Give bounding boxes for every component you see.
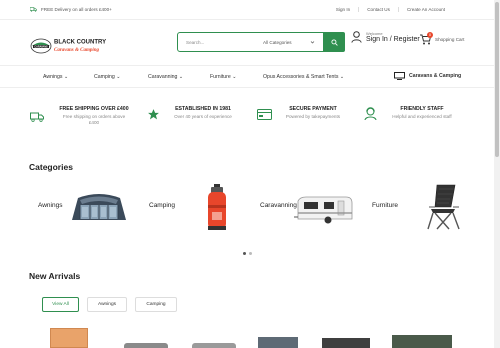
caravans-camping-label: Caravans & Camping (409, 73, 462, 79)
feature-subtitle: Helpful and experienced staff (392, 114, 452, 119)
nav-item-opus-accessories[interactable]: Opus Accessories & Smart Tents ⌄ (263, 74, 344, 80)
feature-title: Free shipping over £400 (59, 106, 129, 112)
page-scrollbar[interactable] (494, 0, 500, 348)
category-label: Awnings (38, 202, 63, 209)
caravan-image (294, 196, 353, 224)
nav-item-label: Furniture (210, 74, 231, 80)
nav-item-awnings[interactable]: Awnings ⌄ (43, 74, 68, 80)
search-bar: Search... All Categories (177, 32, 345, 52)
nav-item-camping[interactable]: Camping ⌄ (94, 74, 121, 80)
category-card-awnings[interactable]: Awnings (30, 183, 140, 233)
tab-view-all[interactable]: View All (42, 297, 79, 312)
new-arrivals-title: New Arrivals (29, 271, 81, 281)
category-card-camping[interactable]: Camping (142, 183, 252, 233)
product-thumbnail[interactable] (258, 337, 298, 348)
staff-icon (364, 107, 377, 121)
nav-item-caravanning[interactable]: Caravanning ⌄ (148, 74, 183, 80)
search-input[interactable]: Search... (178, 40, 263, 45)
delivery-text: FREE Delivery on all orders £400+ (41, 7, 112, 12)
feature-subtitle-2: £400 (88, 120, 100, 125)
cart-count-badge: 0 (427, 32, 433, 38)
svg-text:BLACK COUNTRY: BLACK COUNTRY (54, 40, 106, 46)
site-logo[interactable]: CARAVANS BLACK COUNTRY Caravans & Campin… (30, 35, 130, 55)
cart-label: Shopping Cart (435, 37, 465, 42)
product-thumbnail[interactable] (124, 343, 168, 348)
scrollbar-thumb[interactable] (495, 2, 499, 157)
sign-in-link[interactable]: Sign In (328, 7, 358, 12)
user-icon (351, 31, 362, 43)
carousel-dot-1[interactable] (243, 252, 246, 255)
truck-icon (30, 112, 44, 122)
top-bar: FREE Delivery on all orders £400+ Sign I… (0, 0, 494, 20)
category-card-furniture[interactable]: Furniture (370, 183, 480, 238)
feature-title: Established in 1981 (175, 106, 231, 112)
feature-secure-payment: Secure payment Powered by takepayments (277, 106, 349, 120)
category-card-caravanning[interactable]: Caravanning (258, 183, 368, 233)
nav-item-label: Opus Accessories & Smart Tents (263, 74, 339, 80)
gas-bottle-image (208, 184, 226, 230)
product-thumbnail[interactable] (392, 335, 452, 348)
product-thumbnail[interactable] (322, 338, 370, 348)
feature-subtitle: Powered by takepayments (285, 114, 341, 119)
feature-title: Friendly staff (400, 106, 444, 112)
carousel-dots (243, 252, 252, 255)
features-strip: Free shipping over £400 Free shipping on… (0, 100, 494, 140)
feature-established: Established in 1981 Over 40 years of exp… (166, 106, 240, 120)
chevron-down-icon: ⌄ (232, 74, 237, 80)
new-arrivals-tabs: View All Awnings Camping (42, 297, 177, 312)
feature-title: Secure payment (289, 106, 337, 112)
tab-camping[interactable]: Camping (135, 297, 177, 312)
search-icon (330, 38, 338, 46)
top-links: Sign In Contact Us Create An Account (328, 7, 453, 12)
product-thumbnail[interactable] (192, 343, 236, 348)
delivery-notice: FREE Delivery on all orders £400+ (30, 7, 112, 12)
sign-in-register-link[interactable]: Sign In / Register (366, 36, 420, 43)
truck-icon (30, 7, 37, 12)
category-select[interactable]: All Categories (263, 40, 323, 45)
category-select-value: All Categories (263, 39, 292, 45)
nav-item-label: Camping (94, 74, 115, 80)
category-label: Furniture (372, 202, 399, 209)
chevron-down-icon: ⌄ (339, 74, 345, 80)
chevron-down-icon: ⌄ (63, 74, 69, 80)
category-label: Caravanning (260, 202, 297, 209)
account-area[interactable]: Welcome Sign In / Register (351, 31, 420, 43)
nav-item-label: Caravanning (148, 74, 178, 80)
svg-text:CARAVANS: CARAVANS (34, 46, 48, 49)
main-nav: Awnings ⌄ Camping ⌄ Caravanning ⌄ Furnit… (0, 66, 494, 88)
awning-image (72, 194, 126, 220)
monitor-icon (394, 72, 405, 80)
categories-title: Categories (29, 162, 73, 172)
feature-friendly-staff: Friendly staff Helpful and experienced s… (384, 106, 460, 120)
feature-subtitle: Over 40 years of experience (174, 114, 232, 119)
camping-chair-image (427, 184, 460, 230)
svg-text:Caravans & Camping: Caravans & Camping (54, 48, 100, 53)
credit-card-icon (257, 109, 272, 120)
site-header: CARAVANS BLACK COUNTRY Caravans & Campin… (0, 20, 494, 66)
caravans-camping-link[interactable]: Caravans & Camping (394, 72, 461, 80)
tab-awnings[interactable]: Awnings (87, 297, 127, 312)
search-button[interactable] (323, 32, 345, 52)
chevron-down-icon: ⌄ (178, 74, 184, 80)
create-account-link[interactable]: Create An Account (397, 7, 453, 12)
chevron-down-icon: ⌄ (116, 74, 121, 80)
shopping-cart[interactable]: 0 Shopping Cart (419, 32, 465, 45)
product-thumbnail[interactable] (50, 328, 88, 348)
feature-free-shipping: Free shipping over £400 Free shipping on… (54, 106, 134, 126)
contact-us-link[interactable]: Contact Us (358, 7, 398, 12)
carousel-dot-2[interactable] (249, 252, 252, 255)
category-label: Camping (149, 202, 176, 209)
nav-item-furniture[interactable]: Furniture ⌄ (210, 74, 237, 80)
chevron-down-icon (310, 40, 315, 43)
nav-item-label: Awnings (43, 74, 63, 80)
star-icon (148, 109, 159, 120)
